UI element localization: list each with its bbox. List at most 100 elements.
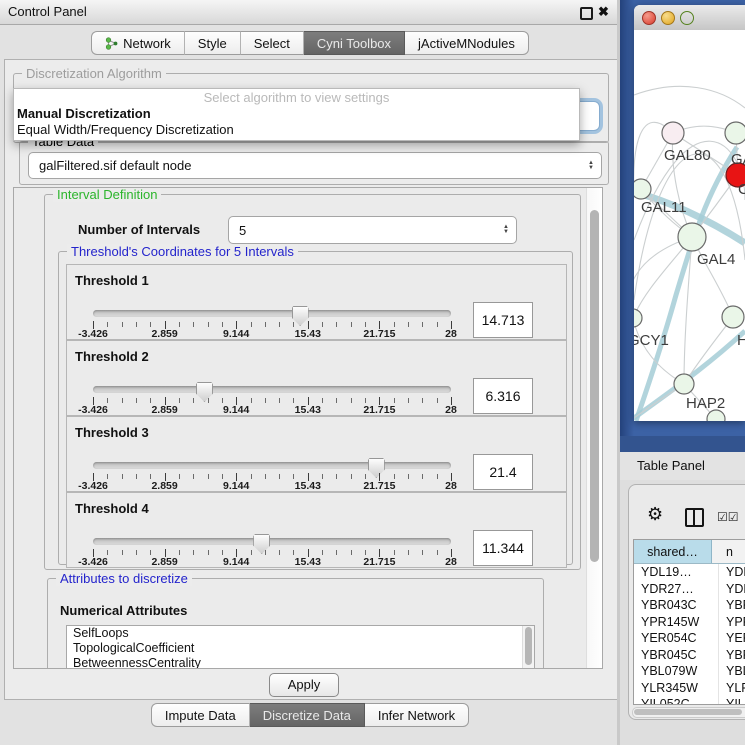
- threshold-value-field[interactable]: 6.316: [473, 378, 533, 414]
- table-rows: YDL19…YDL1YDR27…YDR2YBR043CYBR0YPR145WYP…: [634, 564, 745, 705]
- cell-name[interactable]: YIL0: [719, 696, 745, 705]
- tab-network[interactable]: Network: [91, 31, 185, 55]
- network-graph: GAL80GACGAL11GAL4GCY1HHAP2: [634, 30, 745, 421]
- numerical-attributes-list[interactable]: SelfLoopsTopologicalCoefficientBetweenne…: [66, 625, 535, 669]
- number-of-intervals-label: Number of Intervals: [78, 222, 200, 237]
- table-row[interactable]: YDL19…YDL1: [634, 564, 745, 581]
- dropdown-prompt-item[interactable]: Select algorithm to view settings: [14, 89, 579, 106]
- table-row[interactable]: YBR045CYBR0: [634, 647, 745, 664]
- select-columns-icon[interactable]: ☑☑: [717, 510, 739, 524]
- table-row[interactable]: YIL052CYIL0: [634, 696, 745, 705]
- table-row[interactable]: YPR145WYPR1: [634, 614, 745, 631]
- node-table[interactable]: shared… n YDL19…YDL1YDR27…YDR2YBR043CYBR…: [633, 539, 745, 705]
- network-view-window: GAL80GACGAL11GAL4GCY1HHAP2: [634, 5, 745, 421]
- cell-shared-name[interactable]: YER054C: [634, 630, 719, 647]
- network-node[interactable]: [722, 306, 744, 328]
- cell-shared-name[interactable]: YBL079W: [634, 663, 719, 680]
- cell-name[interactable]: YBR0: [719, 647, 745, 664]
- threshold-value-field[interactable]: 14.713: [473, 302, 533, 338]
- slider-track[interactable]: [93, 310, 451, 317]
- network-node[interactable]: [678, 223, 706, 251]
- threshold-slider[interactable]: -3.4262.8599.14415.4321.71528: [93, 493, 451, 567]
- cell-name[interactable]: YBL0: [719, 663, 745, 680]
- table-scrollbar-thumb[interactable]: [634, 709, 742, 715]
- slider-track[interactable]: [93, 386, 451, 393]
- network-canvas[interactable]: GAL80GACGAL11GAL4GCY1HHAP2: [634, 30, 745, 421]
- network-node[interactable]: [725, 122, 745, 144]
- tab-select[interactable]: Select: [241, 31, 304, 55]
- tab-impute-data[interactable]: Impute Data: [151, 703, 250, 727]
- cell-name[interactable]: YER0: [719, 630, 745, 647]
- table-row[interactable]: YBL079WYBL0: [634, 663, 745, 680]
- tab-infer-network[interactable]: Infer Network: [365, 703, 469, 727]
- tab-label: jActiveMNodules: [418, 36, 515, 51]
- split-columns-icon[interactable]: [685, 508, 704, 527]
- table-panel-header: Table Panel: [620, 452, 745, 481]
- table-row[interactable]: YBR043CYBR0: [634, 597, 745, 614]
- cell-name[interactable]: YDR2: [719, 581, 745, 598]
- close-icon[interactable]: ✖: [598, 4, 609, 20]
- table-row[interactable]: YER054CYER0: [634, 630, 745, 647]
- dropdown-item-manual-discretization[interactable]: Manual Discretization: [14, 106, 579, 122]
- attribute-item-betweennesscentrality[interactable]: BetweennessCentrality: [67, 656, 534, 669]
- slider-track[interactable]: [93, 462, 451, 469]
- tab-discretize-data[interactable]: Discretize Data: [250, 703, 365, 727]
- thresholds-group: Threshold's Coordinates for 5 Intervals …: [58, 251, 573, 565]
- dropdown-item-equal-width-frequency[interactable]: Equal Width/Frequency Discretization: [14, 122, 579, 138]
- attributes-list-scrollbar[interactable]: [522, 626, 534, 669]
- table-header-row: shared… n: [634, 540, 745, 564]
- tab-cyni-toolbox[interactable]: Cyni Toolbox: [304, 31, 405, 55]
- number-of-intervals-value: 5: [239, 217, 246, 243]
- interval-definition-group: Interval Definition Number of Intervals …: [44, 194, 581, 570]
- mac-minimize-icon[interactable]: [661, 11, 675, 25]
- table-data-combobox[interactable]: galFiltered.sif default node ▲▼: [28, 152, 602, 179]
- mac-zoom-icon[interactable]: [680, 11, 694, 25]
- float-window-icon[interactable]: [580, 7, 593, 20]
- cell-shared-name[interactable]: YIL052C: [634, 696, 719, 705]
- attributes-group: Attributes to discretize Numerical Attri…: [47, 578, 544, 669]
- tab-style[interactable]: Style: [185, 31, 241, 55]
- gear-icon[interactable]: ⚙: [647, 505, 663, 523]
- cell-name[interactable]: YLR3: [719, 680, 745, 697]
- number-of-intervals-combobox[interactable]: 5 ▲▼: [228, 216, 517, 244]
- attribute-item-selfloops[interactable]: SelfLoops: [67, 626, 534, 641]
- attributes-list-scrollbar-thumb[interactable]: [525, 627, 532, 665]
- table-horizontal-scrollbar[interactable]: [632, 707, 745, 718]
- cell-shared-name[interactable]: YDR27…: [634, 581, 719, 598]
- column-header-name[interactable]: n: [712, 540, 745, 563]
- attribute-item-topologicalcoefficient[interactable]: TopologicalCoefficient: [67, 641, 534, 656]
- cell-shared-name[interactable]: YBR045C: [634, 647, 719, 664]
- network-window-titlebar[interactable]: [634, 5, 745, 31]
- network-node[interactable]: [634, 179, 651, 199]
- interval-definition-group-title: Interval Definition: [53, 187, 161, 202]
- cell-name[interactable]: YBR0: [719, 597, 745, 614]
- apply-button[interactable]: Apply: [269, 673, 339, 697]
- table-row[interactable]: YDR27…YDR2: [634, 581, 745, 598]
- threshold-value-field[interactable]: 11.344: [473, 530, 533, 566]
- settings-vertical-scrollbar[interactable]: [586, 188, 602, 668]
- mac-close-icon[interactable]: [642, 11, 656, 25]
- algorithm-dropdown-popup: Select algorithm to view settings Manual…: [13, 88, 580, 141]
- cell-shared-name[interactable]: YLR345W: [634, 680, 719, 697]
- table-data-selected-value: galFiltered.sif default node: [39, 153, 191, 178]
- slider-tick-labels: -3.4262.8599.14415.4321.71528: [93, 404, 451, 416]
- cell-shared-name[interactable]: YDL19…: [634, 564, 719, 581]
- column-header-shared-name[interactable]: shared…: [634, 540, 712, 563]
- threshold-slider[interactable]: -3.4262.8599.14415.4321.71528: [93, 417, 451, 491]
- network-node[interactable]: [634, 309, 642, 327]
- cell-name[interactable]: YPR1: [719, 614, 745, 631]
- tab-jactivemnodules[interactable]: jActiveMNodules: [405, 31, 529, 55]
- network-node[interactable]: [662, 122, 684, 144]
- slider-track[interactable]: [93, 538, 451, 545]
- network-node[interactable]: [674, 374, 694, 394]
- cell-shared-name[interactable]: YBR043C: [634, 597, 719, 614]
- screen: Control Panel ✖ NetworkStyleSelectCyni T…: [0, 0, 745, 745]
- tab-label: Cyni Toolbox: [317, 36, 391, 51]
- threshold-value-field[interactable]: 21.4: [473, 454, 533, 490]
- threshold-slider[interactable]: -3.4262.8599.14415.4321.71528: [93, 341, 451, 415]
- cell-shared-name[interactable]: YPR145W: [634, 614, 719, 631]
- table-row[interactable]: YLR345WYLR3: [634, 680, 745, 697]
- settings-scrollbar-thumb[interactable]: [590, 210, 599, 562]
- cell-name[interactable]: YDL1: [719, 564, 745, 581]
- threshold-slider[interactable]: -3.4262.8599.14415.4321.71528: [93, 265, 451, 339]
